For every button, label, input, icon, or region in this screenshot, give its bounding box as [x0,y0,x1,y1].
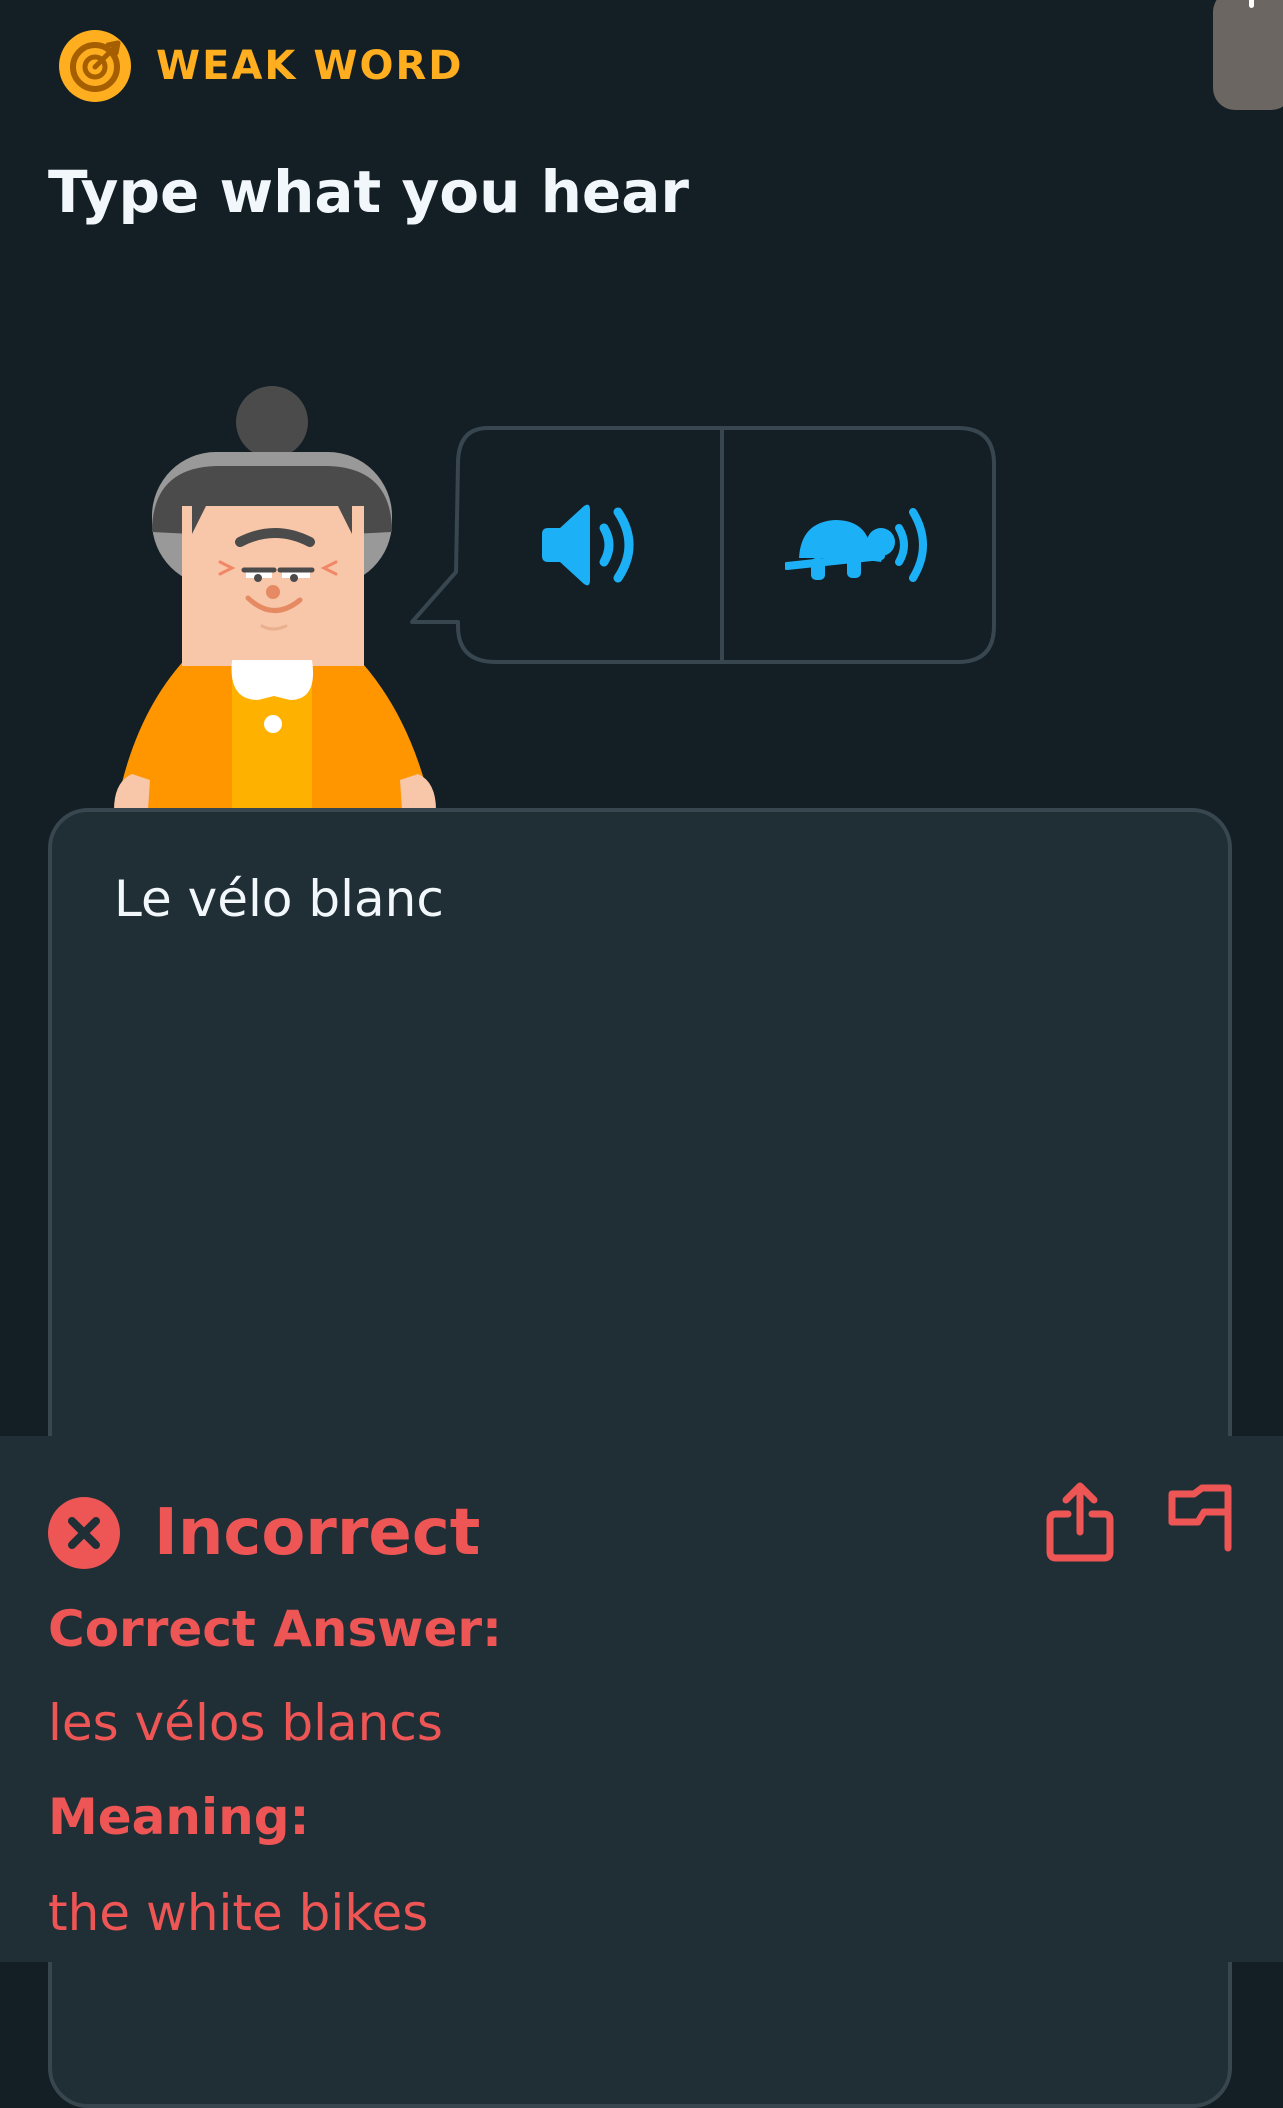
prompt-title: Type what you hear [48,158,689,226]
share-icon [1046,1482,1114,1562]
share-button[interactable] [1044,1482,1116,1562]
correct-answer-text: les vélos blancs [48,1694,443,1752]
meaning-label: Meaning: [48,1788,310,1846]
overlay-indicator [1249,0,1254,8]
feedback-status: Incorrect [48,1488,480,1578]
top-right-overlay-button[interactable] [1213,0,1283,110]
status-text: Incorrect [154,1496,481,1570]
turtle-speaker-icon [785,508,927,582]
target-icon [59,30,131,102]
correct-answer-label: Correct Answer: [48,1600,503,1658]
speaker-icon [542,504,634,586]
feedback-panel: Incorrect Correct Answer: les vélos blan… [0,1436,1283,1962]
weak-word-label: WEAK WORD [156,43,464,89]
play-audio-button[interactable] [458,428,720,662]
flag-icon [1168,1484,1232,1552]
meaning-text: the white bikes [48,1884,429,1942]
weak-word-badge: WEAK WORD [58,28,463,104]
play-slow-audio-button[interactable] [726,428,994,662]
typed-answer: Le vélo blanc [114,870,444,928]
x-circle-icon [48,1497,120,1569]
character-illustration [114,386,436,810]
report-button[interactable] [1164,1482,1236,1562]
speech-bubble [408,424,998,666]
